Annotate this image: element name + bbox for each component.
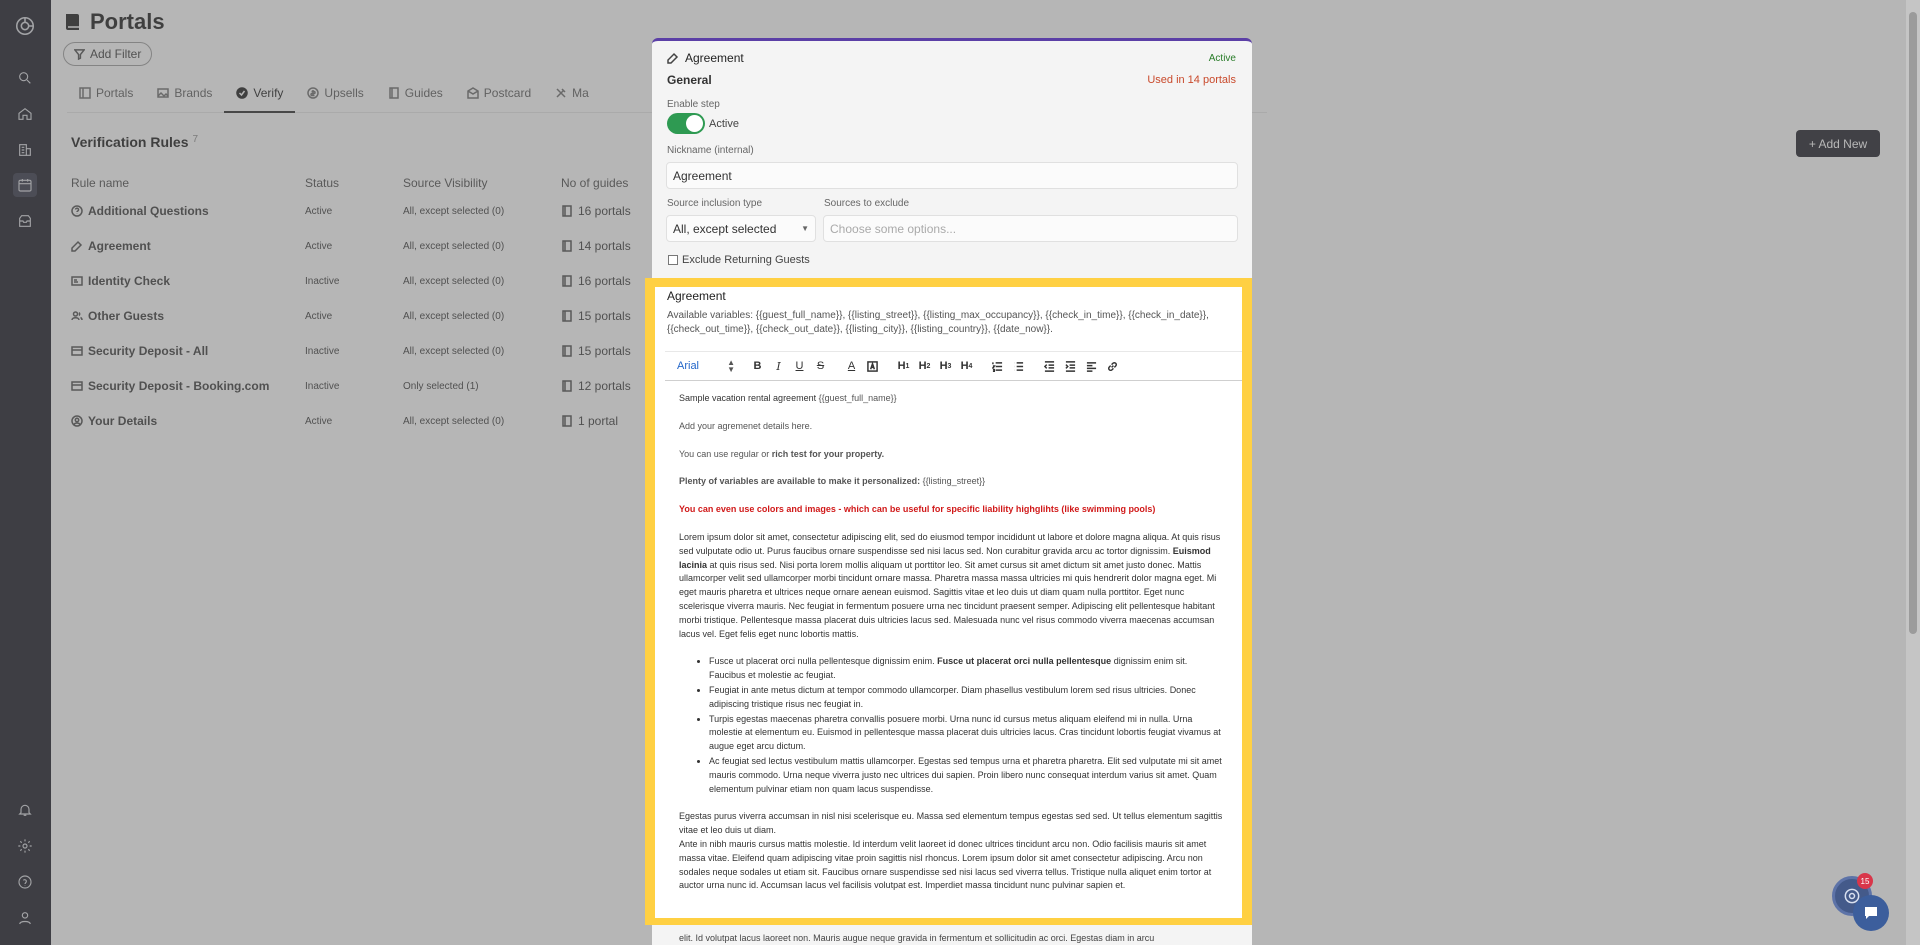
- available-variables: Available variables: {{guest_full_name}}…: [667, 310, 1209, 335]
- general-heading: General: [667, 73, 712, 87]
- red-highlight-paragraph: You can even use colors and images - whi…: [679, 504, 1156, 515]
- nickname-label: Nickname (internal): [667, 145, 754, 156]
- editor-heading-paragraph: Sample vacation rental agreement {{guest…: [679, 392, 1223, 406]
- indent-icon: [1065, 360, 1076, 372]
- editor-content[interactable]: Sample vacation rental agreement {{guest…: [679, 392, 1223, 907]
- heading4-button[interactable]: H4: [956, 356, 977, 376]
- italic-button[interactable]: I: [768, 356, 789, 376]
- rich-text-a: You can use regular or: [679, 448, 772, 459]
- list-item: Fusce ut placerat orci nulla pellentesqu…: [709, 655, 1223, 683]
- nickname-input[interactable]: Agreement: [666, 162, 1238, 189]
- modal-status: Active: [1208, 53, 1236, 64]
- bullet-list-button[interactable]: [1008, 356, 1029, 376]
- list-item: Feugiat in ante metus dictum at tempor c…: [709, 684, 1223, 712]
- lorem-b: at quis risus sed. Nisi porta lorem moll…: [679, 559, 1217, 639]
- text-color-button[interactable]: A: [841, 356, 862, 376]
- variables-text-b: {{listing_street}}: [922, 476, 986, 487]
- details-paragraph: Add your agremenet details here.: [679, 420, 813, 431]
- select-arrows-icon: ▲ ▼: [727, 358, 735, 374]
- link-icon: [1108, 361, 1117, 371]
- editor-bullet-list: Fusce ut placerat orci nulla pellentesqu…: [709, 655, 1223, 796]
- heading-text: Sample vacation rental agreement: [679, 393, 819, 403]
- rich-text-paragraph: You can use regular or rich test for you…: [679, 448, 1223, 462]
- strikethrough-button[interactable]: S: [810, 356, 831, 376]
- chat-button[interactable]: [1853, 895, 1889, 931]
- font-select-value: Arial: [677, 360, 700, 372]
- source-inclusion-value: All, except selected: [673, 221, 777, 236]
- link-button[interactable]: [1102, 356, 1123, 376]
- editor-overflow-text: elit. Id volutpat lacus laoreet non. Mau…: [679, 933, 1155, 943]
- ordered-list-button[interactable]: [987, 356, 1008, 376]
- toggle-text: Active: [709, 118, 739, 130]
- outdent-button[interactable]: [1039, 356, 1060, 376]
- bold-button[interactable]: B: [747, 356, 768, 376]
- li1-a: Fusce ut placerat orci nulla pellentesqu…: [709, 656, 938, 667]
- source-inclusion-select[interactable]: All, except selected ▼: [666, 215, 816, 242]
- exclude-returning-label: Exclude Returning Guests: [682, 254, 810, 266]
- scrollbar-thumb[interactable]: [1909, 12, 1917, 634]
- align-button[interactable]: [1081, 356, 1102, 376]
- underline-button[interactable]: U: [789, 356, 810, 376]
- indent-button[interactable]: [1060, 356, 1081, 376]
- highlight-color-button[interactable]: [862, 356, 883, 376]
- sources-exclude-label: Sources to exclude: [824, 198, 910, 209]
- enable-step-label: Enable step: [667, 99, 720, 110]
- heading-variable: {{guest_full_name}}: [818, 393, 897, 403]
- bullet-list-icon: [1014, 361, 1024, 371]
- variables-paragraph: Plenty of variables are available to mak…: [679, 475, 1223, 489]
- heading1-button[interactable]: H1: [893, 356, 914, 376]
- rich-text-b: rich test for your property.: [771, 448, 885, 459]
- agreement-editor: Agreement Available variables: {{guest_f…: [655, 287, 1242, 918]
- variables-text-a: Plenty of variables are available to mak…: [679, 476, 923, 487]
- chat-icon: [1865, 907, 1877, 919]
- modal-header: Agreement: [667, 51, 744, 65]
- outdent-icon: [1044, 360, 1055, 372]
- ordered-list-icon: [992, 361, 1003, 372]
- chevron-down-icon: ▼: [801, 224, 809, 233]
- edit-icon: [667, 52, 679, 64]
- source-inclusion-label: Source inclusion type: [667, 198, 763, 209]
- li1-bold: Fusce ut placerat orci nulla pellentesqu…: [937, 656, 1112, 667]
- align-left-icon: [1086, 361, 1097, 372]
- lorem-a: Lorem ipsum dolor sit amet, consectetur …: [679, 531, 1221, 556]
- exclude-returning-checkbox[interactable]: [668, 255, 678, 265]
- enable-step-toggle[interactable]: [667, 113, 705, 134]
- page-scrollbar[interactable]: [1906, 0, 1920, 945]
- editor-toolbar: Arial ▲ ▼ B I U S A H1 H2 H3 H4: [665, 351, 1242, 381]
- lorem-paragraph: Lorem ipsum dolor sit amet, consectetur …: [679, 531, 1223, 641]
- highlight-icon: [867, 360, 878, 372]
- list-item: Turpis egestas maecenas pharetra convall…: [709, 713, 1223, 754]
- list-item: Ac feugiat sed lectus vestibulum mattis …: [709, 755, 1223, 796]
- notification-badge: 15: [1857, 873, 1873, 889]
- ante-paragraph: Ante in nibh mauris cursus mattis molest…: [679, 838, 1212, 891]
- egestas-paragraph: Egestas purus viverra accumsan in nisl n…: [679, 811, 1223, 836]
- font-select[interactable]: Arial ▲ ▼: [665, 358, 739, 374]
- heading3-button[interactable]: H3: [935, 356, 956, 376]
- sources-exclude-input[interactable]: Choose some options...: [823, 215, 1238, 242]
- heading2-button[interactable]: H2: [914, 356, 935, 376]
- editor-title: Agreement: [667, 289, 726, 303]
- exclude-returning-checkbox-row[interactable]: Exclude Returning Guests: [668, 254, 810, 266]
- used-in-portals[interactable]: Used in 14 portals: [1147, 74, 1236, 86]
- modal-title: Agreement: [685, 51, 744, 65]
